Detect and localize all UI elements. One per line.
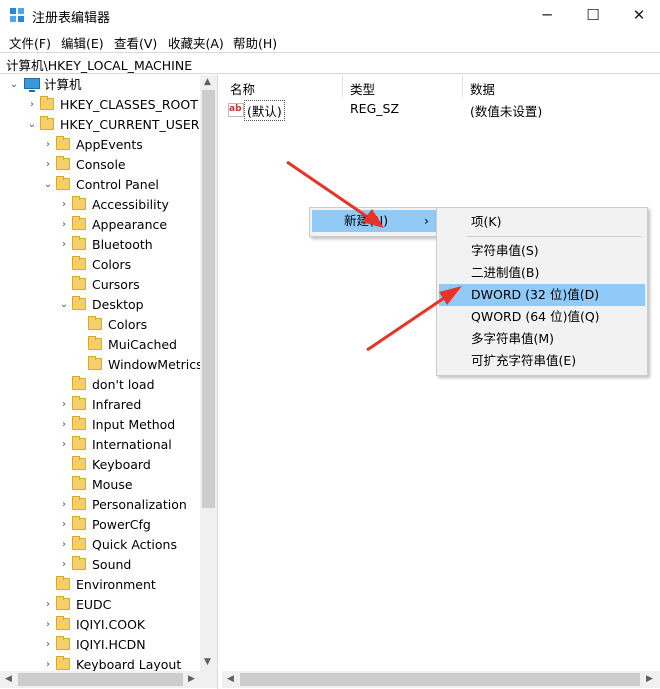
scroll-up-icon[interactable]: ▲ <box>204 77 211 87</box>
folder-icon <box>72 416 86 430</box>
folder-icon <box>56 576 70 590</box>
expand-icon[interactable]: › <box>58 395 70 415</box>
folder-icon <box>72 236 86 250</box>
expand-icon[interactable]: › <box>42 595 54 615</box>
submenu-item-binary[interactable]: 二进制值(B) <box>439 262 645 284</box>
folder-icon <box>88 316 102 330</box>
expand-icon[interactable]: › <box>58 535 70 555</box>
address-path[interactable]: 计算机\HKEY_LOCAL_MACHINE <box>6 55 192 74</box>
menu-file[interactable]: 文件(F) <box>9 33 51 52</box>
minimize-button[interactable]: ─ <box>524 0 570 30</box>
submenu-item-key[interactable]: 项(K) <box>439 211 645 233</box>
submenu-item-dword[interactable]: DWORD (32 位)值(D) <box>439 284 645 306</box>
menu-help[interactable]: 帮助(H) <box>233 33 277 52</box>
folder-icon <box>56 636 70 650</box>
value-data: (数值未设置) <box>470 104 543 119</box>
folder-icon <box>72 216 86 230</box>
close-button[interactable]: ✕ <box>616 0 660 30</box>
expand-icon[interactable]: › <box>26 95 38 115</box>
folder-icon <box>88 336 102 350</box>
folder-icon <box>40 116 54 130</box>
submenu-arrow-icon: › <box>424 213 429 228</box>
tree-scroll-thumb[interactable] <box>202 90 215 508</box>
regedit-icon <box>10 8 24 22</box>
value-name[interactable]: (默认) <box>244 100 285 121</box>
folder-icon <box>72 496 86 510</box>
tree-hscroll-thumb[interactable] <box>18 673 183 686</box>
collapse-icon[interactable]: ⌄ <box>58 295 70 315</box>
scroll-left-icon[interactable]: ◀ <box>227 674 234 684</box>
folder-icon <box>56 156 70 170</box>
expand-icon[interactable]: › <box>58 495 70 515</box>
folder-icon <box>72 376 86 390</box>
folder-icon <box>88 356 102 370</box>
column-name[interactable]: 名称 <box>230 79 255 98</box>
menu-view[interactable]: 查看(V) <box>114 33 157 52</box>
column-divider[interactable] <box>462 75 463 97</box>
column-type[interactable]: 类型 <box>350 79 375 98</box>
expand-icon[interactable]: › <box>58 195 70 215</box>
string-value-icon: ab <box>228 103 244 117</box>
scroll-left-icon[interactable]: ◀ <box>5 674 12 684</box>
menu-edit[interactable]: 编辑(E) <box>61 33 104 52</box>
expand-icon[interactable]: › <box>58 435 70 455</box>
folder-icon <box>56 616 70 630</box>
computer-icon <box>24 78 40 92</box>
expand-icon[interactable]: › <box>42 155 54 175</box>
menu-divider <box>467 236 641 237</box>
submenu-item-string[interactable]: 字符串值(S) <box>439 240 645 262</box>
folder-icon <box>72 516 86 530</box>
expand-icon[interactable]: › <box>58 235 70 255</box>
folder-icon <box>72 476 86 490</box>
collapse-icon[interactable]: ⌄ <box>42 175 54 195</box>
expand-icon[interactable]: › <box>58 555 70 575</box>
submenu-item-qword[interactable]: QWORD (64 位)值(Q) <box>439 306 645 328</box>
column-data[interactable]: 数据 <box>470 79 495 98</box>
collapse-icon[interactable]: ⌄ <box>26 115 38 135</box>
folder-icon <box>72 456 86 470</box>
folder-icon <box>72 556 86 570</box>
value-list[interactable]: 名称 类型 数据 ab (默认) REG_SZ (数值未设置) <box>222 75 660 689</box>
folder-icon <box>56 596 70 610</box>
scroll-down-icon[interactable]: ▼ <box>204 657 211 667</box>
folder-icon <box>56 176 70 190</box>
scroll-right-icon[interactable]: ▶ <box>188 674 195 684</box>
context-menu: 新建(N) › <box>309 207 439 237</box>
folder-icon <box>56 136 70 150</box>
folder-icon <box>72 296 86 310</box>
maximize-button[interactable]: ☐ <box>570 0 616 30</box>
expand-icon[interactable]: › <box>42 615 54 635</box>
folder-icon <box>72 196 86 210</box>
new-menu-item[interactable]: 新建(N) › <box>312 210 436 232</box>
value-type: REG_SZ <box>350 101 400 116</box>
folder-icon <box>56 656 70 670</box>
menu-favorites[interactable]: 收藏夹(A) <box>168 33 224 52</box>
scroll-right-icon[interactable]: ▶ <box>646 674 653 684</box>
folder-icon <box>40 96 54 110</box>
title-bar: 注册表编辑器 ─ ☐ ✕ <box>0 0 660 30</box>
new-submenu: 项(K) 字符串值(S) 二进制值(B) DWORD (32 位)值(D) QW… <box>436 207 648 376</box>
menu-bar: 文件(F) 编辑(E) 查看(V) 收藏夹(A) 帮助(H) <box>0 30 660 52</box>
collapse-icon[interactable]: ⌄ <box>8 75 20 95</box>
window-title: 注册表编辑器 <box>32 11 111 26</box>
expand-icon[interactable]: › <box>58 215 70 235</box>
expand-icon[interactable]: › <box>42 635 54 655</box>
expand-icon[interactable]: › <box>58 515 70 535</box>
folder-icon <box>72 396 86 410</box>
submenu-item-multistring[interactable]: 多字符串值(M) <box>439 328 645 350</box>
folder-icon <box>72 276 86 290</box>
submenu-item-expandable-string[interactable]: 可扩充字符串值(E) <box>439 350 645 372</box>
folder-icon <box>72 536 86 550</box>
address-bar[interactable]: 计算机\HKEY_LOCAL_MACHINE <box>0 52 660 74</box>
expand-icon[interactable]: › <box>42 135 54 155</box>
column-divider[interactable] <box>342 75 343 97</box>
folder-icon <box>72 436 86 450</box>
expand-icon[interactable]: › <box>58 415 70 435</box>
tree-pane[interactable]: ⌄ 计算机 › HKEY_CLASSES_ROOT ⌄ HKEY_CURRENT_U… <box>0 75 218 689</box>
folder-icon <box>72 256 86 270</box>
list-hscroll-thumb[interactable] <box>240 673 640 686</box>
